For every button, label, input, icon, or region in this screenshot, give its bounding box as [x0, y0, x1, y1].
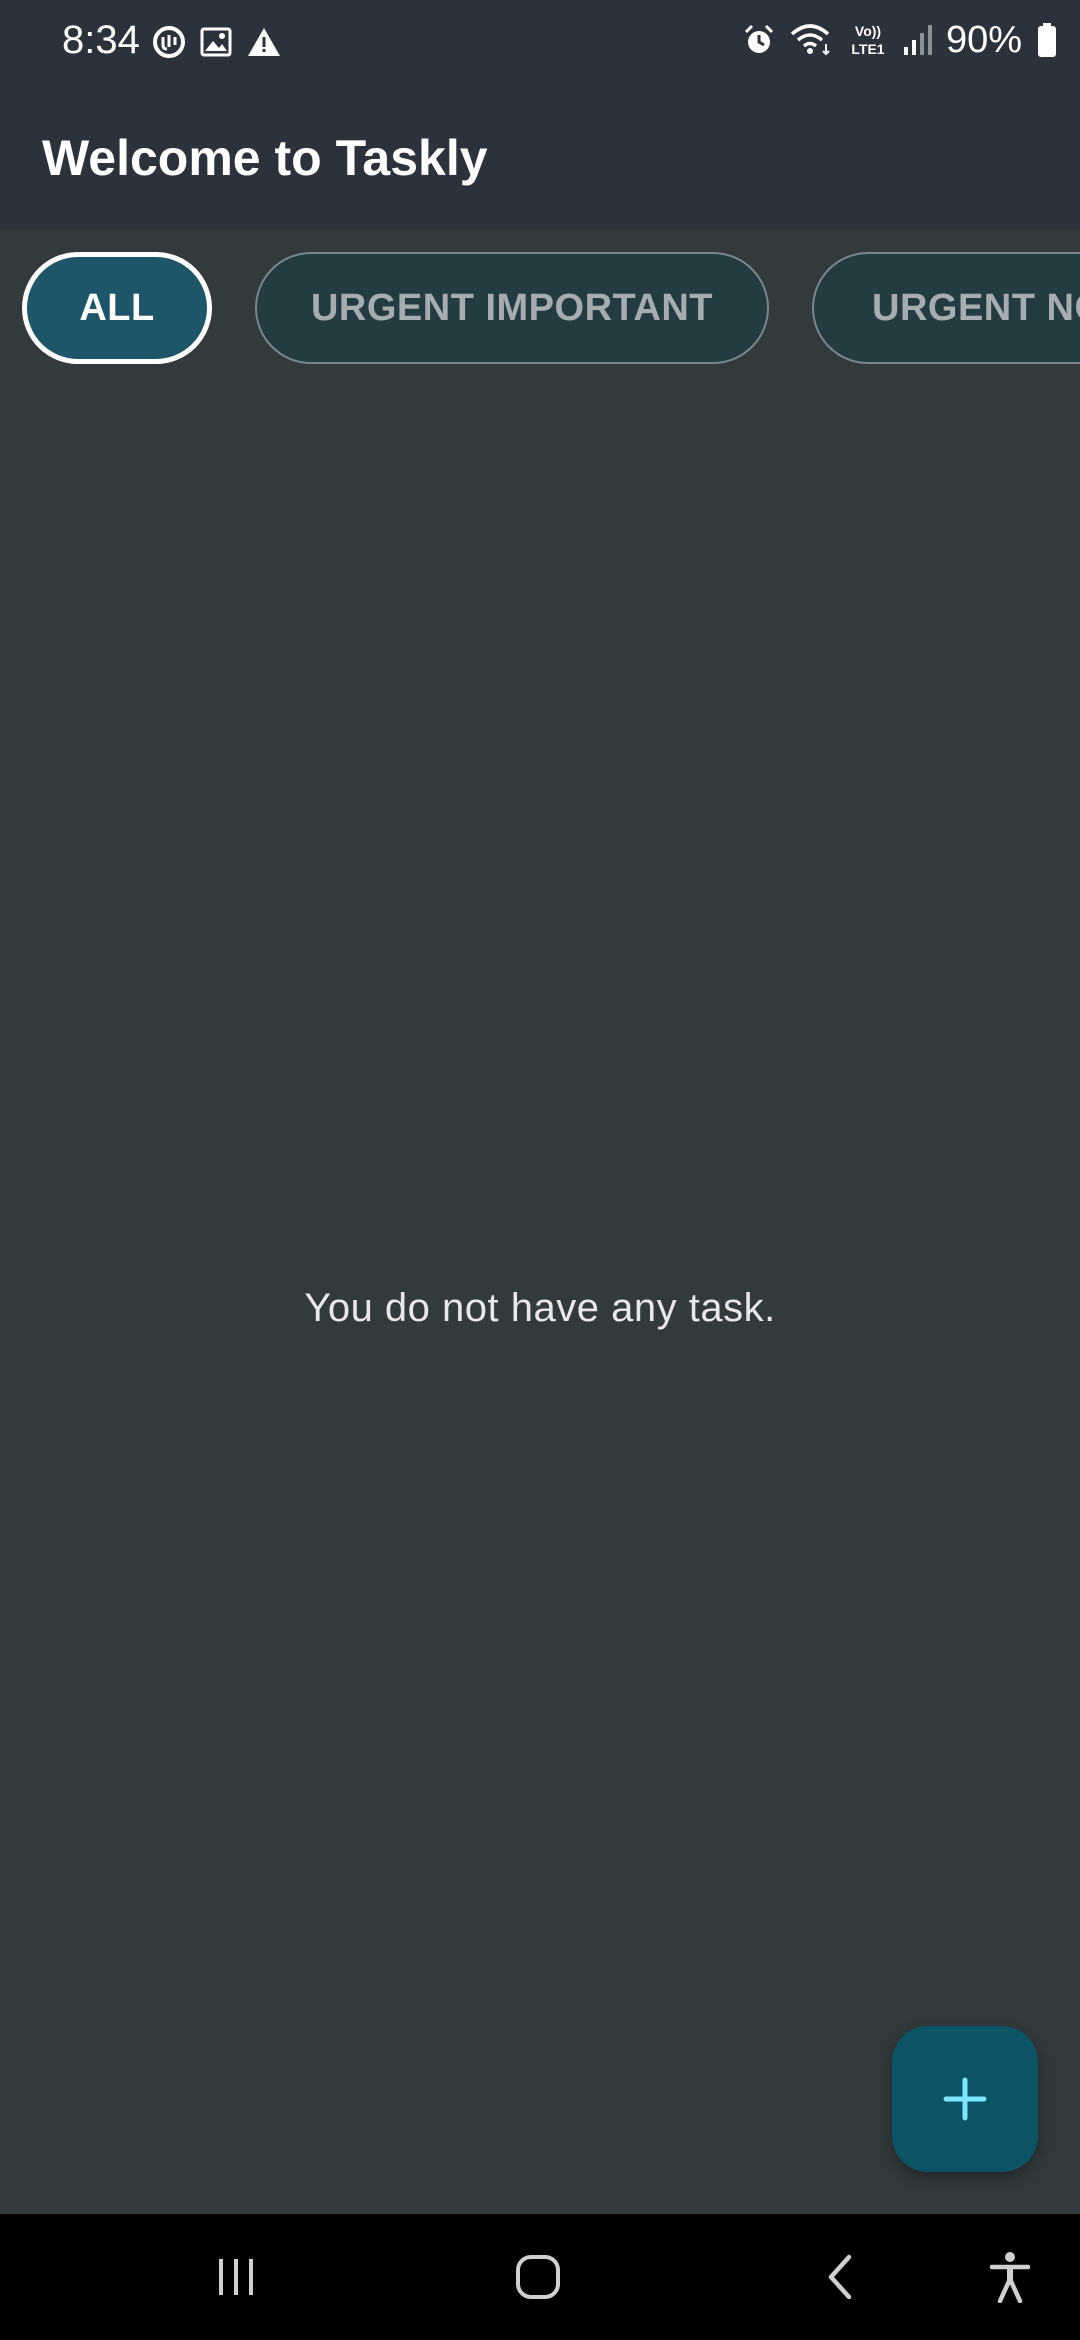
status-time: 8:34 — [62, 18, 140, 62]
page-title: Welcome to Taskly — [42, 130, 488, 186]
recents-button[interactable] — [186, 2214, 286, 2340]
status-left-icons — [152, 22, 282, 62]
filter-chip-all[interactable]: ALL — [22, 252, 212, 364]
filter-chip-label: URGENT IMPORTANT — [310, 286, 714, 329]
home-icon — [514, 2253, 562, 2301]
accessibility-icon — [988, 2251, 1032, 2303]
sync-icon — [152, 25, 186, 59]
plus-icon — [942, 2076, 988, 2122]
system-nav-bar — [0, 2214, 1080, 2340]
battery-icon — [1036, 22, 1058, 58]
filter-chip-urgent-important[interactable]: URGENT IMPORTANT — [255, 252, 769, 364]
image-icon — [200, 26, 232, 58]
empty-state-message: You do not have any task. — [304, 1286, 776, 1330]
alarm-icon — [742, 23, 776, 57]
status-right-icons: Vo)) LTE1 90% — [742, 16, 1058, 64]
filter-chip-label: ALL — [79, 286, 155, 329]
battery-percent: 90% — [945, 19, 1022, 61]
add-task-button[interactable] — [892, 2026, 1038, 2172]
volte-label-bottom: LTE1 — [851, 41, 884, 57]
recents-icon — [214, 2255, 258, 2299]
app-bar: Welcome to Taskly — [0, 80, 1080, 230]
signal-icon — [902, 23, 932, 57]
volte-label-top: Vo)) — [855, 23, 881, 39]
screen: 8:34 Vo)) LTE1 90% Welcome to Taskly ALL… — [0, 0, 1080, 2340]
warning-icon — [246, 26, 282, 58]
filter-chip-label: URGENT NO — [872, 286, 1080, 329]
back-button[interactable] — [790, 2214, 890, 2340]
home-button[interactable] — [488, 2214, 588, 2340]
filter-chips[interactable]: ALL URGENT IMPORTANT URGENT NO — [0, 248, 1080, 368]
back-icon — [823, 2253, 857, 2301]
accessibility-button[interactable] — [960, 2214, 1060, 2340]
filter-chip-urgent-not-important[interactable]: URGENT NO — [812, 252, 1080, 364]
status-bar: 8:34 Vo)) LTE1 90% — [0, 0, 1080, 80]
wifi-icon — [790, 22, 834, 58]
volte-icon: Vo)) LTE1 — [848, 21, 888, 59]
